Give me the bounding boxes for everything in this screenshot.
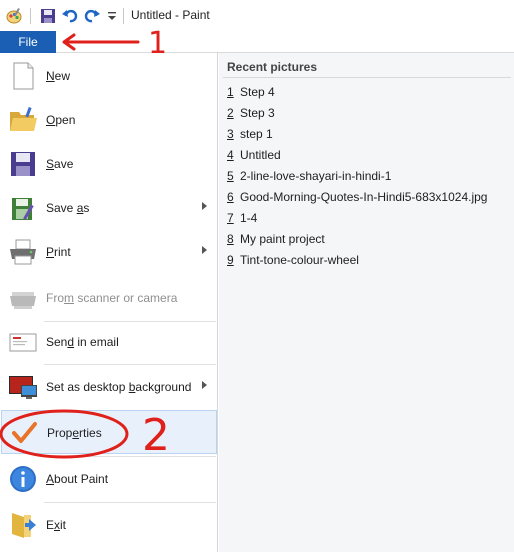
recent-item[interactable]: 2 Step 3 xyxy=(227,106,275,124)
save-as-icon xyxy=(7,192,39,224)
redo-icon[interactable] xyxy=(82,6,102,26)
menu-item-label: New xyxy=(46,69,71,83)
recent-item[interactable]: 3 step 1 xyxy=(227,127,273,145)
recent-item[interactable]: 5 2-line-love-shayari-in-hindi-1 xyxy=(227,169,391,187)
recent-item[interactable]: 6 Good-Morning-Quotes-In-Hindi5-683x1024.… xyxy=(227,190,487,208)
menu-item-set-as-desktop-background[interactable]: Set as desktop background xyxy=(1,365,217,409)
desktop-background-icon xyxy=(7,371,39,403)
menu-item-save[interactable]: Save xyxy=(1,142,217,186)
menu-item-new[interactable]: New xyxy=(1,54,217,98)
about-icon xyxy=(7,463,39,495)
menu-item-label: Properties xyxy=(47,426,102,440)
recent-divider xyxy=(223,77,511,78)
recent-item[interactable]: 9 Tint-tone-colour-wheel xyxy=(227,253,359,271)
menu-item-open[interactable]: Open xyxy=(1,98,217,142)
recent-item[interactable]: 8 My paint project xyxy=(227,232,325,250)
menu-item-label: Send in email xyxy=(46,335,119,349)
menu-item-label: Save xyxy=(46,157,74,171)
ribbon-tab-row: File xyxy=(0,31,514,53)
file-tab[interactable]: File xyxy=(0,31,56,53)
menu-item-print[interactable]: Print xyxy=(1,230,217,274)
save-icon[interactable] xyxy=(38,6,58,26)
menu-item-send-in-email[interactable]: Send in email xyxy=(1,320,217,364)
file-menu: New Open Save Save as Print From scanner… xyxy=(0,53,218,552)
menu-item-label: Save as xyxy=(46,201,90,215)
menu-item-properties[interactable]: Properties xyxy=(1,410,217,454)
recent-pictures-heading: Recent pictures xyxy=(227,60,318,74)
separator xyxy=(123,8,124,24)
menu-item-label: Exit xyxy=(46,518,67,532)
properties-icon xyxy=(8,417,40,449)
customize-dropdown-icon[interactable] xyxy=(102,6,122,26)
submenu-arrow-icon xyxy=(202,381,207,389)
undo-icon[interactable] xyxy=(60,6,80,26)
paint-app-icon[interactable] xyxy=(4,6,24,26)
menu-item-label: Set as desktop background xyxy=(46,380,192,394)
recent-item[interactable]: 1 Step 4 xyxy=(227,85,275,103)
menu-item-exit[interactable]: Exit xyxy=(1,503,217,547)
recent-pictures-panel: Recent pictures 1 Step 4 2 Step 3 3 step 1 … xyxy=(219,53,514,552)
title-bar: Untitled - Paint xyxy=(0,0,514,31)
recent-item[interactable]: 4 Untitled xyxy=(227,148,281,166)
menu-item-about-paint[interactable]: About Paint xyxy=(1,457,217,501)
separator xyxy=(30,8,31,24)
window-title: Untitled - Paint xyxy=(131,8,210,22)
menu-item-label: Open xyxy=(46,113,76,127)
menu-item-label: About Paint xyxy=(46,472,109,486)
email-icon xyxy=(7,326,39,358)
recent-item[interactable]: 7 1-4 xyxy=(227,211,257,229)
save-icon xyxy=(7,148,39,180)
submenu-arrow-icon xyxy=(202,246,207,254)
exit-icon xyxy=(7,509,39,541)
new-icon xyxy=(7,60,39,92)
print-icon xyxy=(7,236,39,268)
open-icon xyxy=(7,104,39,136)
menu-item-label: Print xyxy=(46,245,71,259)
menu-item-from-scanner-or-camera: From scanner or camera xyxy=(1,276,217,320)
menu-item-label: From scanner or camera xyxy=(46,291,178,305)
scanner-icon xyxy=(7,282,39,314)
submenu-arrow-icon xyxy=(202,202,207,210)
menu-item-save-as[interactable]: Save as xyxy=(1,186,217,230)
